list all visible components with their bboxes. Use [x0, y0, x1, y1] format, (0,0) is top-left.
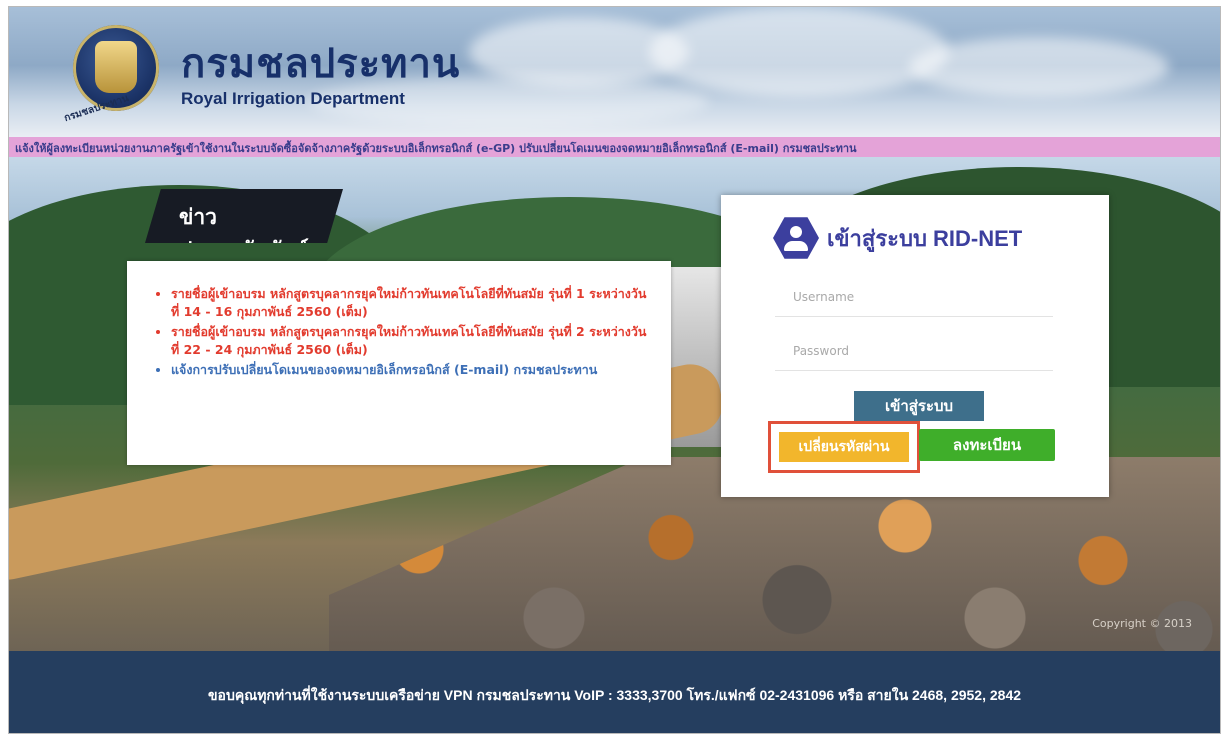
background-scene: ข่าวประชาสัมพันธ์ รายชื่อผู้เข้าอบรม หลั…: [9, 157, 1220, 651]
department-name-english: Royal Irrigation Department: [181, 89, 405, 108]
login-button[interactable]: เข้าสู่ระบบ: [854, 391, 984, 421]
news-item[interactable]: รายชื่อผู้เข้าอบรม หลักสูตรบุคลากรยุคใหม…: [171, 323, 651, 359]
image-credit: Copyright © 2013: [1092, 617, 1192, 630]
register-button[interactable]: ลงทะเบียน: [919, 429, 1055, 461]
user-hexagon-icon: [773, 217, 819, 259]
department-name-thai: กรมชลประทาน: [181, 42, 461, 86]
announcement-text: แจ้งให้ผู้ลงทะเบียนหน่วยงานภาครัฐเข้าใช้…: [15, 142, 857, 155]
news-heading-tab: ข่าวประชาสัมพันธ์: [145, 189, 343, 243]
login-title: เข้าสู่ระบบ RID-NET: [827, 226, 1023, 251]
password-input[interactable]: [775, 331, 1053, 371]
news-item[interactable]: แจ้งการปรับเปลี่ยนโดเมนของจดหมายอิเล็กทร…: [171, 361, 651, 379]
reset-password-button[interactable]: เปลี่ยนรหัสผ่าน: [779, 432, 909, 462]
news-list: รายชื่อผู้เข้าอบรม หลักสูตรบุคลากรยุคใหม…: [127, 261, 671, 379]
footer-text: ขอบคุณทุกท่านที่ใช้งานระบบเครือข่าย VPN …: [207, 687, 1022, 703]
news-item[interactable]: รายชื่อผู้เข้าอบรม หลักสูตรบุคลากรยุคใหม…: [171, 285, 651, 321]
site-header: กรมชลประทาน กรมชลประทาน Royal Irrigation…: [9, 7, 1220, 137]
site-footer: ขอบคุณทุกท่านที่ใช้งานระบบเครือข่าย VPN …: [9, 651, 1220, 733]
reset-password-highlight: เปลี่ยนรหัสผ่าน: [768, 421, 920, 473]
announcement-marquee[interactable]: แจ้งให้ผู้ลงทะเบียนหน่วยงานภาครัฐเข้าใช้…: [9, 137, 1220, 157]
news-panel: รายชื่อผู้เข้าอบรม หลักสูตรบุคลากรยุคใหม…: [127, 261, 671, 465]
username-input[interactable]: [775, 277, 1053, 317]
login-panel: เข้าสู่ระบบ RID-NET เข้าสู่ระบบ เปลี่ยนร…: [721, 195, 1109, 497]
page-frame: กรมชลประทาน กรมชลประทาน Royal Irrigation…: [8, 6, 1221, 734]
